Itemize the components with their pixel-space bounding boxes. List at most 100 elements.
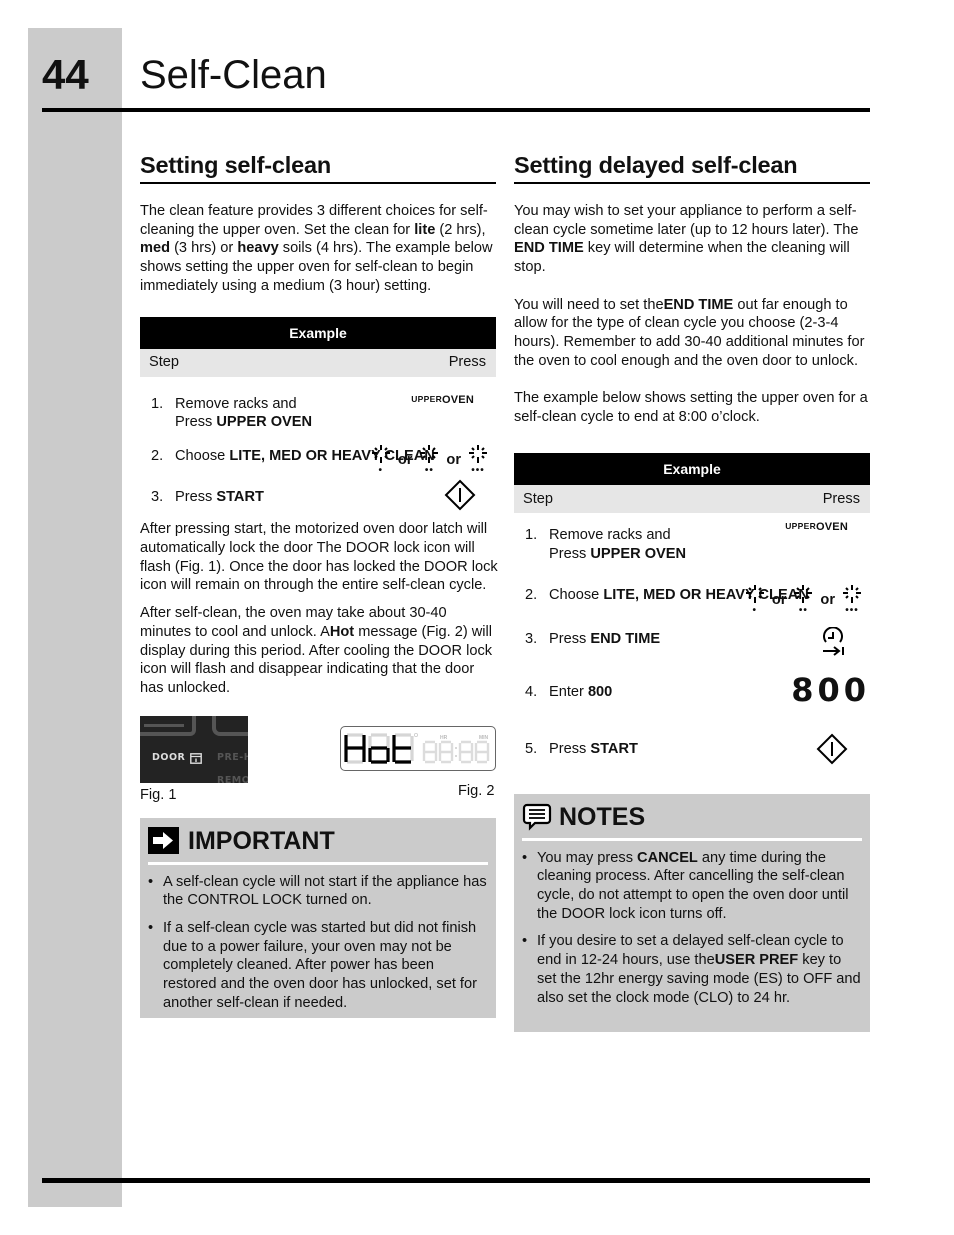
clock-arrow-icon (823, 626, 844, 656)
bold-text: med (140, 240, 171, 257)
text: Choose (549, 586, 604, 603)
delayed-intro-paragraph: You may wish to set your appliance to pe… (514, 202, 870, 277)
example-table-columns: Step Press (514, 485, 870, 514)
important-box: IMPORTANT A self-clean cycle will not st… (140, 817, 496, 1018)
text: Choose (175, 447, 230, 464)
level-dots: •• (424, 464, 434, 476)
end-time-paragraph: You will need to set theEND TIME out far… (514, 296, 878, 371)
or-text: or (446, 451, 461, 468)
step-column-label: Step (523, 491, 554, 508)
example-table: Example Step Press 1. Remove racks and Pr… (140, 316, 496, 511)
text: OVEN (816, 521, 848, 534)
text: Press (549, 630, 591, 647)
example-table-header: Example (514, 453, 870, 486)
page-number: 44 (42, 51, 89, 98)
fig2-caption: Fig. 2 (458, 782, 495, 799)
start-key-icon (816, 733, 848, 765)
example-step: 2. Choose LITE, MED OR HEAVY CLEAN • or … (514, 584, 870, 615)
bold-text: 800 (587, 684, 613, 701)
example-step: 3. Press START (140, 479, 496, 511)
bold-text: END TIME (663, 296, 734, 313)
level-dots: ••• (471, 464, 485, 476)
heavy-clean-key-icon: ••• (841, 584, 863, 616)
text: (2 hrs), (435, 221, 486, 238)
door-indicator: DOOR (152, 749, 203, 768)
note-item: You may press CANCEL any time during the… (522, 849, 862, 924)
med-clean-key-icon: •• (792, 584, 814, 616)
press-column-label: Press (448, 354, 486, 371)
notes-header: NOTES (522, 802, 862, 841)
hour-label: HR (440, 734, 448, 741)
example-table-columns: Step Press (140, 348, 496, 377)
text: You will need to set the (514, 296, 664, 313)
fig2-hot-display: HR MIN Hot (340, 725, 496, 771)
right-column: Setting delayed self-clean You may wish … (514, 148, 870, 1032)
sparkle-icon (843, 584, 861, 603)
notes-list: You may press CANCEL any time during the… (522, 849, 862, 1008)
door-lock-icon (190, 752, 203, 764)
text: Remove racks and (549, 527, 671, 544)
sparkle-icon (469, 444, 487, 463)
or-text: or (820, 591, 835, 608)
footer-rule (42, 1178, 870, 1183)
bold-text: UPPER OVEN (216, 414, 313, 431)
fig1-caption: Fig. 1 (140, 786, 177, 803)
sparkle-icon (420, 444, 439, 463)
bold-text: END TIME (514, 240, 584, 257)
step-number: 1. (525, 527, 538, 544)
arrow-right-icon (148, 827, 179, 855)
level-dots: ••• (845, 604, 859, 616)
press-column-label: Press (822, 491, 860, 508)
heavy-clean-key-icon: ••• (467, 444, 489, 476)
important-title: IMPORTANT (188, 826, 335, 855)
example-step: 3. Press END TIME (514, 626, 870, 656)
number-entry-800: 800 (791, 671, 870, 710)
figures-row: DOOR PRE-H REMO Fig. 1 (140, 715, 496, 808)
important-item: A self-clean cycle will not start if the… (148, 873, 488, 910)
bold-text: UPPER OVEN (590, 546, 687, 563)
speech-bubble-icon (522, 803, 552, 831)
step-number: 1. (151, 395, 164, 412)
header-rule (42, 108, 870, 112)
step-number: 2. (151, 447, 164, 464)
text: UPPER (411, 393, 443, 404)
level-dots: • (752, 604, 758, 616)
bold-text: USER PREF (714, 952, 799, 969)
step-number: 4. (525, 684, 538, 701)
text: You may wish to set your appliance to pe… (514, 203, 859, 238)
example-table: Example Step Press 1. Remove racks and Pr… (514, 453, 870, 765)
step-number: 2. (525, 586, 538, 603)
page-title: Self-Clean (140, 53, 327, 97)
text: Press (549, 546, 591, 563)
start-diamond-icon (444, 479, 476, 511)
notes-box: NOTES You may press CANCEL any time duri… (514, 793, 870, 1032)
level-dots: •• (798, 604, 808, 616)
lcd-display (344, 732, 490, 764)
notes-title: NOTES (559, 802, 646, 831)
bold-text: START (216, 488, 264, 505)
step-number: 3. (151, 488, 164, 505)
minute-label: MIN (479, 734, 489, 741)
door-label: DOOR (152, 751, 186, 763)
start-diamond-icon (816, 733, 848, 765)
sparkle-icon (371, 444, 390, 463)
clean-level-keys: • or •• or ••• (744, 584, 863, 616)
section-heading-delayed-self-clean: Setting delayed self-clean (514, 148, 870, 184)
sparkle-icon (745, 584, 764, 603)
text: Press (175, 488, 217, 505)
note-item: If you desire to set a delayed self-clea… (522, 932, 862, 1007)
clean-level-keys: • or •• or ••• (370, 444, 489, 476)
text: Press (175, 414, 217, 431)
cool-down-paragraph: After self-clean, the oven may take abou… (140, 604, 496, 698)
example-step: 5. Press START (514, 733, 870, 765)
text: Remove racks and (175, 395, 297, 412)
example-step: 1. Remove racks and Press UPPER OVEN UPPE… (140, 393, 496, 432)
left-column: Setting self-clean The clean feature pro… (140, 148, 498, 1018)
intro-paragraph: The clean feature provides 3 different c… (140, 202, 496, 296)
example-step: 2. Choose LITE, MED OR HEAVY CLEAN • or … (140, 444, 496, 475)
text: UPPER (785, 521, 817, 532)
bold-text: Hot (329, 623, 355, 640)
bold-text: lite (414, 221, 436, 238)
remote-label: REMO (217, 774, 248, 783)
section-heading-self-clean: Setting self-clean (140, 148, 496, 184)
